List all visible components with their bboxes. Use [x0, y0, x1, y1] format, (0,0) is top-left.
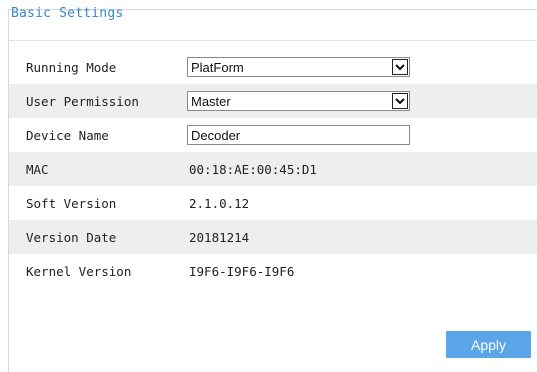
- device-name-value: Decoder: [191, 127, 241, 143]
- row-running-mode: Running Mode PlatForm: [9, 50, 537, 84]
- user-permission-select[interactable]: Master: [187, 91, 410, 111]
- device-name-label: Device Name: [26, 127, 109, 143]
- version-date-label: Version Date: [26, 229, 117, 245]
- mac-label: MAC: [26, 161, 49, 177]
- running-mode-select[interactable]: PlatForm: [187, 57, 410, 77]
- device-name-input[interactable]: Decoder: [187, 125, 410, 145]
- running-mode-value: PlatForm: [191, 59, 244, 75]
- row-device-name: Device Name Decoder: [9, 118, 537, 152]
- user-permission-value: Master: [191, 93, 231, 109]
- settings-form: Running Mode PlatForm User Permission Ma…: [9, 50, 537, 288]
- soft-version-label: Soft Version: [26, 195, 117, 211]
- row-kernel-version: Kernel Version I9F6-I9F6-I9F6: [9, 254, 537, 288]
- version-date-value: 20181214: [189, 229, 250, 245]
- kernel-version-value: I9F6-I9F6-I9F6: [189, 263, 295, 279]
- user-permission-label: User Permission: [26, 93, 139, 109]
- running-mode-label: Running Mode: [26, 59, 117, 75]
- mac-value: 00:18:AE:00:45:D1: [189, 161, 317, 177]
- kernel-version-label: Kernel Version: [26, 263, 132, 279]
- row-version-date: Version Date 20181214: [9, 220, 537, 254]
- panel-title: Basic Settings: [11, 6, 124, 21]
- row-mac: MAC 00:18:AE:00:45:D1: [9, 152, 537, 186]
- chevron-down-icon[interactable]: [392, 93, 408, 109]
- apply-button[interactable]: Apply: [446, 331, 531, 358]
- row-user-permission: User Permission Master: [9, 84, 537, 118]
- row-soft-version: Soft Version 2.1.0.12: [9, 186, 537, 220]
- soft-version-value: 2.1.0.12: [189, 195, 250, 211]
- title-divider: [8, 40, 537, 41]
- chevron-down-icon[interactable]: [392, 59, 408, 75]
